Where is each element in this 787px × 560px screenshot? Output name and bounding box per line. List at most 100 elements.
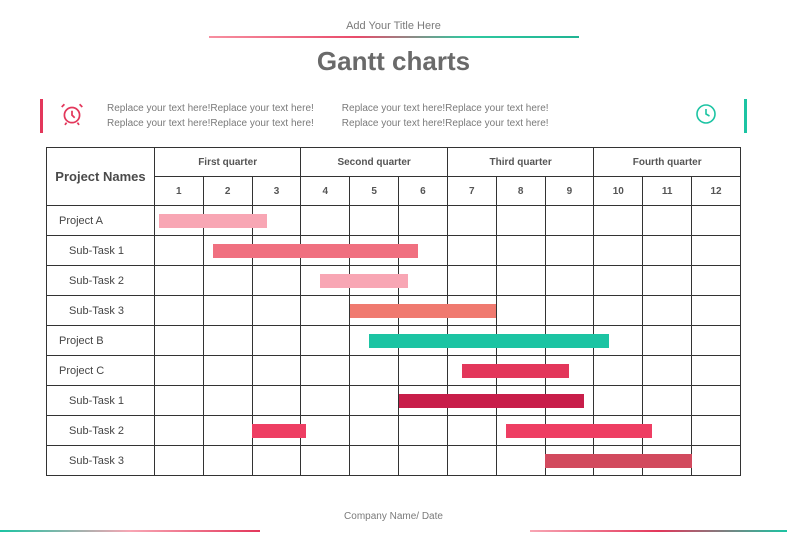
gantt-cell (692, 386, 741, 416)
gantt-cell (692, 356, 741, 386)
month-header: 7 (447, 177, 496, 206)
gantt-cell (447, 296, 496, 326)
gantt-cell (399, 296, 448, 326)
month-header: 8 (496, 177, 545, 206)
desc-line: Replace your text here!Replace your text… (342, 116, 549, 131)
table-row: Sub-Task 3 (47, 446, 741, 476)
accent-right (744, 99, 747, 133)
gantt-cell (447, 236, 496, 266)
gantt-cell (496, 446, 545, 476)
gantt-cell (350, 416, 399, 446)
gantt-cell (594, 416, 643, 446)
row-label: Sub-Task 3 (47, 446, 155, 476)
top-subtitle: Add Your Title Here (40, 20, 747, 32)
gantt-cell (350, 356, 399, 386)
gantt-cell (350, 236, 399, 266)
row-label: Project A (47, 206, 155, 236)
gantt-cell (203, 446, 252, 476)
gantt-cell (399, 446, 448, 476)
quarter-header: Second quarter (301, 148, 447, 177)
row-label: Sub-Task 2 (47, 266, 155, 296)
gantt-cell (447, 416, 496, 446)
gantt-cell (399, 206, 448, 236)
gantt-cell (692, 446, 741, 476)
row-label: Sub-Task 1 (47, 236, 155, 266)
gantt-cell (643, 416, 692, 446)
gantt-cell (301, 446, 350, 476)
desc-line: Replace your text here!Replace your text… (107, 116, 314, 131)
gantt-cell (154, 326, 203, 356)
gantt-cell (301, 356, 350, 386)
gantt-cell (301, 206, 350, 236)
gantt-cell (399, 386, 448, 416)
gantt-cell (594, 266, 643, 296)
gantt-cell (154, 266, 203, 296)
gantt-cell (399, 236, 448, 266)
table-row: Project B (47, 326, 741, 356)
month-header: 1 (154, 177, 203, 206)
month-header: 4 (301, 177, 350, 206)
table-row: Sub-Task 2 (47, 416, 741, 446)
gantt-cell (252, 416, 301, 446)
gantt-cell (496, 386, 545, 416)
gantt-cell (399, 266, 448, 296)
gantt-cell (594, 356, 643, 386)
gantt-cell (496, 326, 545, 356)
gantt-cell (447, 206, 496, 236)
quarter-header: Third quarter (447, 148, 593, 177)
gantt-table: Project Names First quarter Second quart… (46, 147, 741, 476)
gantt-cell (399, 326, 448, 356)
gantt-cell (692, 266, 741, 296)
gantt-cell (203, 416, 252, 446)
description-text: Replace your text here!Replace your text… (107, 101, 694, 131)
row-label: Project C (47, 356, 155, 386)
gantt-cell (154, 356, 203, 386)
accent-left (40, 99, 43, 133)
gantt-cell (447, 386, 496, 416)
month-header: 10 (594, 177, 643, 206)
gantt-cell (203, 326, 252, 356)
description-bar: Replace your text here!Replace your text… (40, 93, 747, 147)
gantt-cell (301, 266, 350, 296)
month-header: 2 (203, 177, 252, 206)
gantt-cell (594, 206, 643, 236)
gantt-cell (252, 446, 301, 476)
gantt-cell (496, 266, 545, 296)
gantt-cell (643, 236, 692, 266)
gantt-cell (301, 296, 350, 326)
gantt-cell (447, 446, 496, 476)
gantt-cell (350, 296, 399, 326)
gantt-cell (643, 326, 692, 356)
table-row: Sub-Task 1 (47, 236, 741, 266)
month-header: 11 (643, 177, 692, 206)
clock-icon (694, 102, 718, 131)
gantt-cell (399, 416, 448, 446)
gantt-cell (301, 386, 350, 416)
month-header: 12 (692, 177, 741, 206)
gantt-cell (545, 266, 594, 296)
gantt-cell (252, 266, 301, 296)
gantt-cell (154, 236, 203, 266)
gantt-cell (692, 326, 741, 356)
table-row: Sub-Task 1 (47, 386, 741, 416)
desc-line: Replace your text here!Replace your text… (342, 101, 549, 116)
gantt-cell (350, 446, 399, 476)
gantt-cell (252, 296, 301, 326)
table-row: Project A (47, 206, 741, 236)
gantt-cell (350, 206, 399, 236)
bottom-divider (0, 530, 787, 532)
gantt-cell (301, 236, 350, 266)
gantt-cell (496, 296, 545, 326)
gantt-cell (203, 356, 252, 386)
quarter-header: Fourth quarter (594, 148, 741, 177)
month-header: 5 (350, 177, 399, 206)
gantt-cell (154, 446, 203, 476)
gantt-cell (252, 236, 301, 266)
gantt-cell (545, 416, 594, 446)
gantt-cell (545, 446, 594, 476)
month-header: 6 (399, 177, 448, 206)
gantt-cell (692, 236, 741, 266)
table-row: Sub-Task 3 (47, 296, 741, 326)
gantt-cell (496, 416, 545, 446)
gantt-cell (594, 236, 643, 266)
